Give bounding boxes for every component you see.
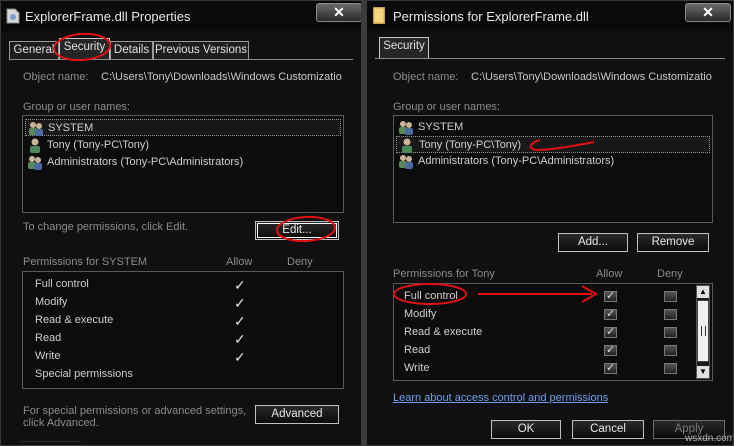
grip-icon <box>701 326 706 336</box>
permission-name: Modify <box>35 296 68 308</box>
user-name: Tony (Tony-PC\Tony) <box>419 139 522 151</box>
allow-checkbox[interactable] <box>604 343 617 356</box>
object-name-value: C:\Users\Tony\Downloads\Windows Customiz… <box>471 71 712 83</box>
change-permissions-text: To change permissions, click Edit. <box>23 221 189 233</box>
permissions-list: Full control Modify Read & execute Read … <box>22 271 344 389</box>
close-button[interactable]: ✕ <box>685 3 731 22</box>
watermark-text: wsxdn.com <box>685 433 734 444</box>
allow-checkbox[interactable] <box>604 307 617 320</box>
deny-column-header: Deny <box>657 268 683 280</box>
scrollbar-thumb[interactable] <box>697 300 709 362</box>
properties-title: ExplorerFrame.dll Properties <box>25 9 191 24</box>
object-name-label: Object name: <box>393 71 459 83</box>
close-icon: ✕ <box>702 4 714 20</box>
allow-checkbox[interactable] <box>604 325 617 338</box>
permissions-scrollbar[interactable]: ▲ ▼ <box>696 285 710 379</box>
access-control-help-link[interactable]: Learn about access control and permissio… <box>393 392 608 404</box>
properties-titlebar[interactable]: ExplorerFrame.dll Properties ✕ <box>1 1 361 31</box>
edit-button[interactable]: Edit... <box>255 221 339 240</box>
object-name-value: C:\Users\Tony\Downloads\Windows Customiz… <box>101 71 342 83</box>
cancel-button[interactable]: Cancel <box>572 420 644 439</box>
user-name: SYSTEM <box>48 122 94 134</box>
tab-panel-border <box>375 58 725 59</box>
list-item[interactable]: Administrators (Tony-PC\Administrators) <box>396 153 710 170</box>
advanced-button[interactable]: Advanced <box>255 405 339 424</box>
scroll-up-arrow-icon[interactable]: ▲ <box>697 286 709 298</box>
dll-file-icon <box>6 8 20 24</box>
permissions-for-label: Permissions for SYSTEM <box>23 256 148 268</box>
permissions-for-label: Permissions for Tony <box>393 268 495 280</box>
deny-checkbox[interactable] <box>664 363 677 374</box>
list-item[interactable]: SYSTEM <box>25 119 341 136</box>
deny-checkbox[interactable] <box>664 309 677 320</box>
group-users-icon <box>399 155 413 169</box>
user-icon <box>402 138 412 153</box>
ok-button[interactable]: OK <box>491 420 561 439</box>
user-name: Tony (Tony-PC\Tony) <box>47 139 150 151</box>
object-name-label: Object name: <box>23 71 89 83</box>
allow-check-icon: ✓ <box>234 277 246 293</box>
close-button[interactable]: ✕ <box>316 3 361 22</box>
tab-security[interactable]: Security <box>59 38 110 60</box>
remove-button[interactable]: Remove <box>637 233 709 252</box>
permission-name: Full control <box>404 290 458 302</box>
allow-check-icon: ✓ <box>234 295 246 311</box>
allow-check-icon: ✓ <box>234 349 246 365</box>
advanced-help-text-1: For special permissions or advanced sett… <box>23 405 247 417</box>
user-name: SYSTEM <box>418 121 464 133</box>
permissions-list[interactable]: Full control Modify Read & execute Read … <box>393 283 713 381</box>
user-name: Administrators (Tony-PC\Administrators) <box>47 156 244 168</box>
add-button[interactable]: Add... <box>558 233 628 252</box>
permission-name: Special permissions <box>35 368 133 380</box>
deny-checkbox[interactable] <box>664 327 677 338</box>
users-list[interactable]: SYSTEM Tony (Tony-PC\Tony) Administrator… <box>22 115 344 213</box>
list-item[interactable]: Tony (Tony-PC\Tony) <box>25 137 341 154</box>
tab-general[interactable]: General <box>9 41 59 60</box>
group-users-icon <box>399 121 413 135</box>
user-name: Administrators (Tony-PC\Administrators) <box>418 155 615 167</box>
permission-name: Read <box>35 332 62 344</box>
allow-checkbox[interactable] <box>604 289 617 302</box>
allow-check-icon: ✓ <box>234 331 246 347</box>
permissions-window: Permissions for ExplorerFrame.dll ✕ Secu… <box>366 0 734 446</box>
group-users-icon <box>29 122 43 136</box>
deny-checkbox[interactable] <box>664 345 677 356</box>
permissions-title: Permissions for ExplorerFrame.dll <box>393 9 589 24</box>
allow-column-header: Allow <box>596 268 623 280</box>
permission-name: Read <box>404 344 431 356</box>
scroll-down-arrow-icon[interactable]: ▼ <box>697 366 709 378</box>
bottom-divider <box>21 441 81 442</box>
permission-name: Read & execute <box>404 326 483 338</box>
allow-column-header: Allow <box>226 256 253 268</box>
deny-column-header: Deny <box>287 256 313 268</box>
tab-previous-versions[interactable]: Previous Versions <box>153 41 249 60</box>
allow-check-icon: ✓ <box>234 313 246 329</box>
permission-name: Modify <box>404 308 437 320</box>
users-list[interactable]: SYSTEM Tony (Tony-PC\Tony) Administrator… <box>393 115 713 223</box>
permission-name: Write <box>404 362 430 374</box>
deny-checkbox[interactable] <box>664 291 677 302</box>
user-icon <box>30 138 40 153</box>
permission-name: Read & execute <box>35 314 114 326</box>
properties-window: ExplorerFrame.dll Properties ✕ General S… <box>0 0 362 446</box>
tab-security[interactable]: Security <box>379 37 429 59</box>
list-item[interactable]: Administrators (Tony-PC\Administrators) <box>25 154 341 171</box>
permission-name: Full control <box>35 278 89 290</box>
allow-checkbox[interactable] <box>604 361 617 374</box>
tab-details[interactable]: Details <box>110 41 153 60</box>
group-users-label: Group or user names: <box>23 101 130 113</box>
close-icon: ✕ <box>333 4 345 20</box>
tab-panel-border <box>9 59 353 60</box>
list-item[interactable]: Tony (Tony-PC\Tony) <box>396 136 710 153</box>
folder-icon <box>373 7 385 24</box>
group-users-label: Group or user names: <box>393 101 500 113</box>
permission-name: Write <box>35 350 61 362</box>
list-item[interactable]: SYSTEM <box>396 119 710 136</box>
permissions-titlebar[interactable]: Permissions for ExplorerFrame.dll ✕ <box>367 1 733 31</box>
group-users-icon <box>28 156 42 170</box>
advanced-help-text-2: click Advanced. <box>23 417 99 429</box>
